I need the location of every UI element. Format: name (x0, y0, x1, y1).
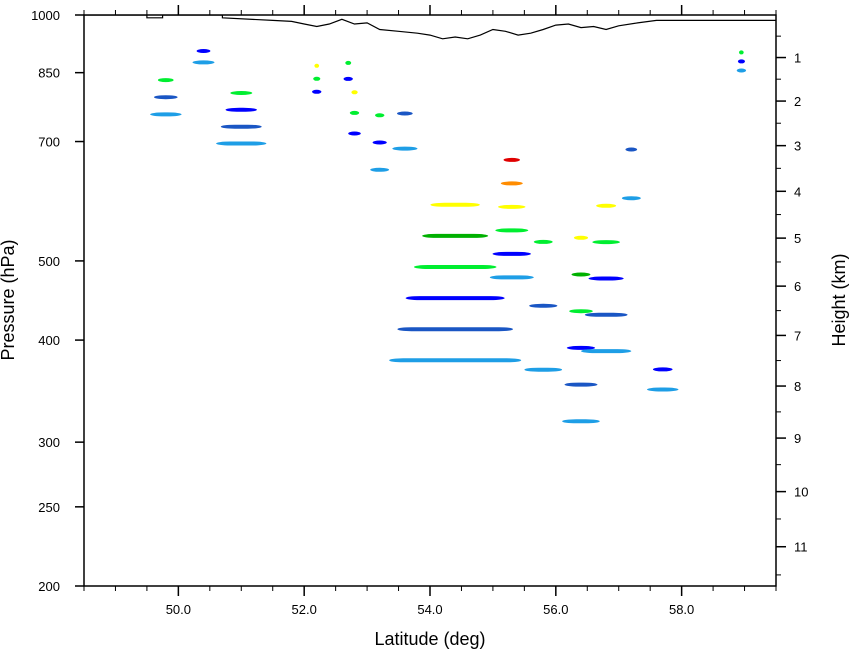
cloud-cell-5-level-6 (351, 90, 358, 95)
y-axis-label-right: Height (km) (829, 253, 849, 346)
cloud-cell-5-level-3 (348, 131, 361, 136)
cloud-cell-10-level-2 (529, 303, 558, 308)
cloud-cell-3-level-6 (314, 63, 320, 68)
pressure-tick-label-1000: 1000 (31, 8, 60, 23)
x-tick-label-50.0: 50.0 (166, 602, 191, 617)
height-tick-label-4: 4 (794, 184, 801, 199)
pressure-tick-label-850: 850 (38, 66, 60, 81)
x-tick-label-52.0: 52.0 (292, 602, 317, 617)
height-tick-label-11: 11 (794, 540, 808, 555)
cloud-cell-2-level-4 (230, 91, 253, 95)
cloud-cell-9-level-4 (495, 228, 529, 233)
cloud-cell-1-level-3 (196, 49, 211, 53)
cloud-cell-8-level-1 (389, 358, 522, 363)
cloud-cell-11-level-6 (573, 235, 589, 240)
height-tick-label-3: 3 (794, 139, 801, 154)
cloud-cell-8-level-5 (422, 233, 489, 238)
cloud-cell-6-level-3 (372, 140, 387, 145)
cloud-cell-2-level-3 (225, 107, 257, 112)
cloud-cell-9-level-7 (500, 181, 523, 186)
pressure-tick-label-500: 500 (38, 254, 60, 269)
cloud-cell-5-level-4 (349, 110, 360, 115)
cloud-cell-2-level-1 (216, 141, 267, 146)
cloud-cell-8-level-3 (405, 296, 505, 301)
cloud-cell-8-level-4 (413, 265, 497, 269)
x-tick-label-56.0: 56.0 (543, 602, 568, 617)
cloud-cell-14-level-3 (652, 367, 673, 372)
cloud-cell-2-level-2 (220, 124, 262, 129)
cloud-cell-0-level-4 (157, 78, 174, 83)
cloud-cell-11-level-4 (569, 309, 593, 314)
cloud-cell-11-level-5 (571, 272, 591, 277)
height-tick-label-9: 9 (794, 431, 801, 446)
cloud-cell-15-level-3 (737, 59, 745, 64)
pressure-tick-label-300: 300 (38, 435, 60, 450)
cloud-cross-section-chart: 200 250 300 400 500 700 850 1000 50.0 52.0 54.0 56.… (0, 5, 849, 649)
cloud-cell-9-level-8 (503, 157, 520, 162)
cloud-cell-10-level-1 (524, 367, 563, 372)
cloud-cell-8-level-2 (397, 327, 513, 332)
height-tick-label-7: 7 (794, 328, 801, 343)
height-tick-label-10: 10 (794, 485, 808, 500)
cloud-cell-12-level-1 (581, 349, 632, 354)
height-tick-label-5: 5 (794, 231, 801, 246)
cloud-cell-12-level-4 (592, 240, 620, 245)
x-tick-label-58.0: 58.0 (669, 602, 694, 617)
cloud-cell-7-level-1 (392, 146, 418, 151)
cloud-cell-7-level-2 (397, 111, 413, 116)
cloud-cell-15-level-4 (739, 50, 744, 55)
pressure-tick-label-200: 200 (38, 579, 60, 594)
cloud-cell-10-level-4 (533, 239, 553, 244)
cloud-cell-6-level-1 (370, 167, 390, 172)
cloud-cell-0-level-2 (154, 95, 178, 100)
cloud-cell-12-level-6 (596, 203, 617, 208)
cloud-cell-0-level-1 (150, 112, 182, 117)
cloud-cell-6-level-4 (375, 113, 385, 118)
cloud-cell-9-level-6 (498, 204, 526, 209)
height-tick-label-2: 2 (794, 94, 801, 109)
cloud-cell-13-level-2 (625, 147, 638, 152)
x-tick-label-54.0: 54.0 (417, 602, 442, 617)
cloud-cell-8-level-6 (430, 202, 480, 207)
cloud-cell-4-level-4 (345, 60, 352, 65)
cloud-cell-3-level-3 (312, 89, 322, 94)
cloud-cell-9-level-1 (489, 275, 534, 280)
pressure-tick-label-250: 250 (38, 500, 60, 515)
cloud-cell-9-level-3 (492, 251, 531, 256)
height-tick-label-8: 8 (794, 379, 801, 394)
cloud-cell-14-level-1 (647, 387, 679, 392)
cloud-cell-12-level-2 (584, 312, 628, 317)
pressure-tick-label-400: 400 (38, 333, 60, 348)
pressure-tick-label-700: 700 (38, 135, 60, 150)
cloud-cell-3-level-4 (313, 76, 321, 81)
cloud-cell-13-level-1 (621, 196, 641, 201)
height-tick-label-6: 6 (794, 279, 801, 294)
cloud-cell-4-level-3 (343, 76, 353, 81)
x-axis-label: Latitude (deg) (374, 629, 485, 649)
cloud-cell-11-level-2 (564, 382, 598, 387)
y-axis-label-left: Pressure (hPa) (0, 239, 18, 360)
cloud-cell-12-level-3 (588, 276, 624, 281)
cloud-cell-1-level-1 (192, 60, 215, 65)
height-tick-label-1: 1 (794, 51, 801, 66)
cloud-cell-15-level-1 (736, 68, 747, 73)
plot-background (84, 15, 776, 586)
cloud-cell-11-level-1 (562, 419, 600, 424)
